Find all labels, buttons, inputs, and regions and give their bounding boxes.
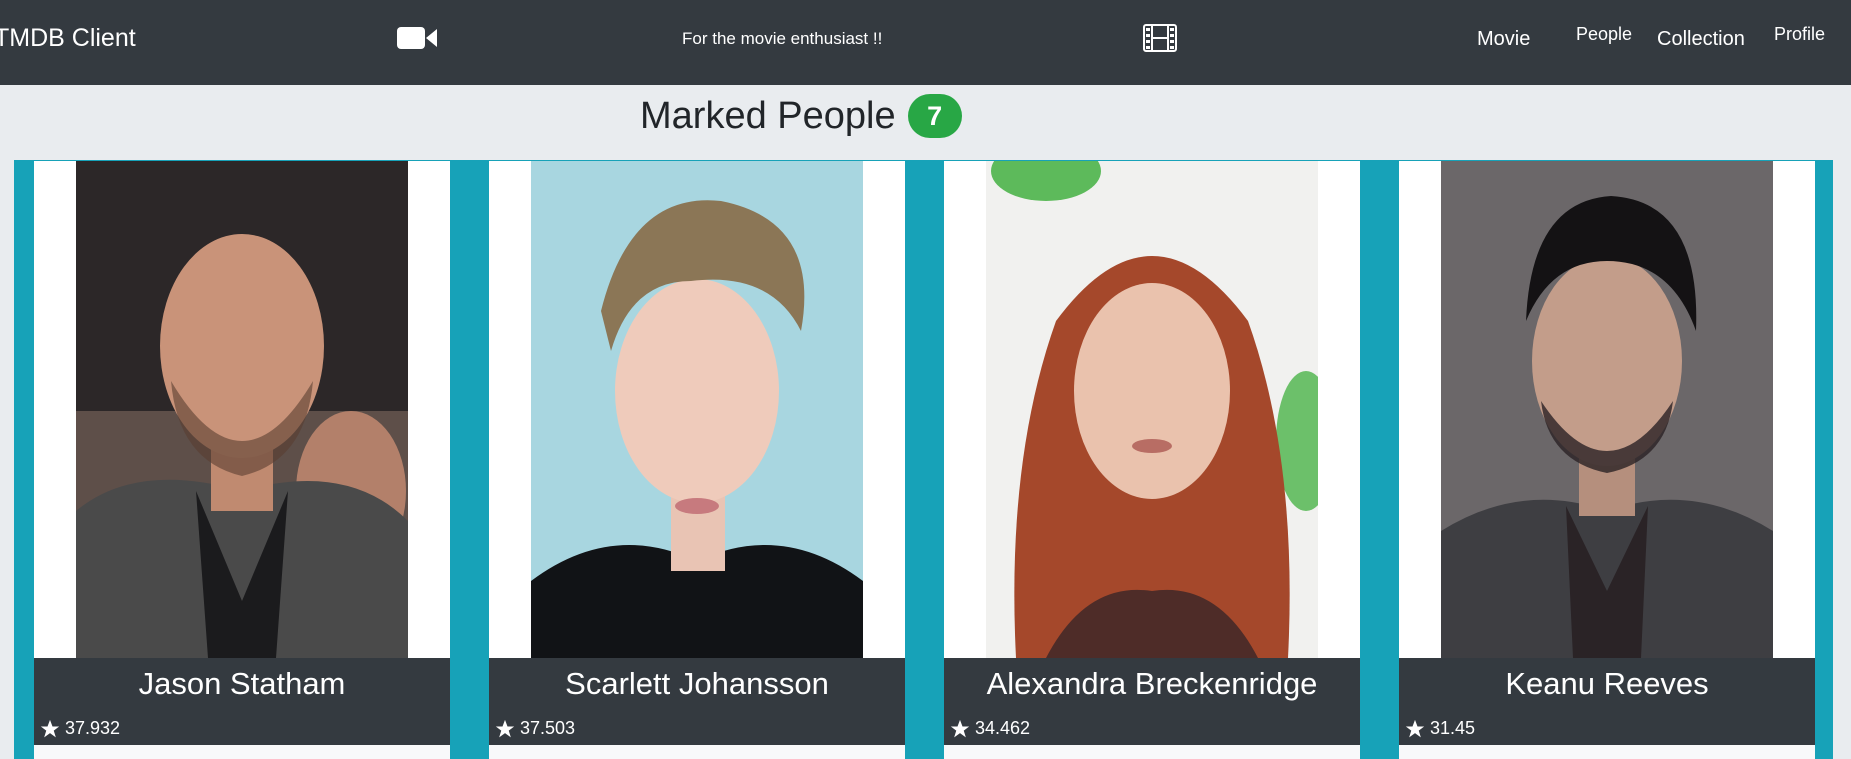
count-badge: 7	[907, 94, 962, 138]
person-photo	[76, 161, 408, 658]
card-footer	[944, 745, 1360, 759]
star-icon	[495, 719, 515, 737]
card-footer	[1399, 745, 1815, 759]
card-footer	[34, 745, 450, 759]
card-footer	[489, 745, 905, 759]
rating: 31.45	[1405, 718, 1475, 739]
person-card[interactable]: Keanu Reeves 31.45	[1399, 161, 1815, 759]
video-camera-icon	[397, 27, 437, 49]
person-caption: Alexandra Breckenridge 34.462	[944, 658, 1360, 745]
rating: 37.932	[40, 718, 120, 739]
page-heading: Marked People 7	[640, 92, 962, 140]
nav-link-people[interactable]: People	[1576, 24, 1632, 45]
person-name[interactable]: Scarlett Johansson	[489, 666, 905, 702]
person-photo	[1441, 161, 1773, 658]
rating: 34.462	[950, 718, 1030, 739]
rating-value: 37.932	[65, 718, 121, 738]
person-card[interactable]: Jason Statham 37.932	[34, 161, 450, 759]
star-icon	[950, 719, 970, 737]
nav-link-movie[interactable]: Movie	[1477, 28, 1530, 51]
person-name[interactable]: Jason Statham	[34, 666, 450, 702]
tagline: For the movie enthusiast !!	[682, 29, 883, 48]
person-name[interactable]: Alexandra Breckenridge	[944, 666, 1360, 702]
star-icon	[40, 719, 60, 737]
person-caption: Keanu Reeves 31.45	[1399, 658, 1815, 745]
page-title: Marked People	[640, 94, 896, 137]
rating-value: 37.503	[520, 718, 576, 738]
person-photo	[531, 161, 863, 658]
person-card[interactable]: Scarlett Johansson 37.503	[489, 161, 905, 759]
person-photo	[986, 161, 1318, 658]
person-caption: Scarlett Johansson 37.503	[489, 658, 905, 745]
film-strip-icon	[1143, 24, 1177, 52]
nav-link-collection[interactable]: Collection	[1657, 28, 1745, 51]
person-card[interactable]: Alexandra Breckenridge 34.462	[944, 161, 1360, 759]
nav-link-profile[interactable]: Profile	[1774, 24, 1825, 45]
brand-title[interactable]: TMDB Client	[0, 24, 136, 53]
rating: 37.503	[495, 718, 575, 739]
person-caption: Jason Statham 37.932	[34, 658, 450, 745]
person-name[interactable]: Keanu Reeves	[1399, 666, 1815, 702]
rating-value: 31.45	[1430, 718, 1476, 738]
top-navbar: TMDB Client For the movie enthusiast !! …	[0, 0, 1851, 85]
rating-value: 34.462	[975, 718, 1031, 738]
star-icon	[1405, 719, 1425, 737]
